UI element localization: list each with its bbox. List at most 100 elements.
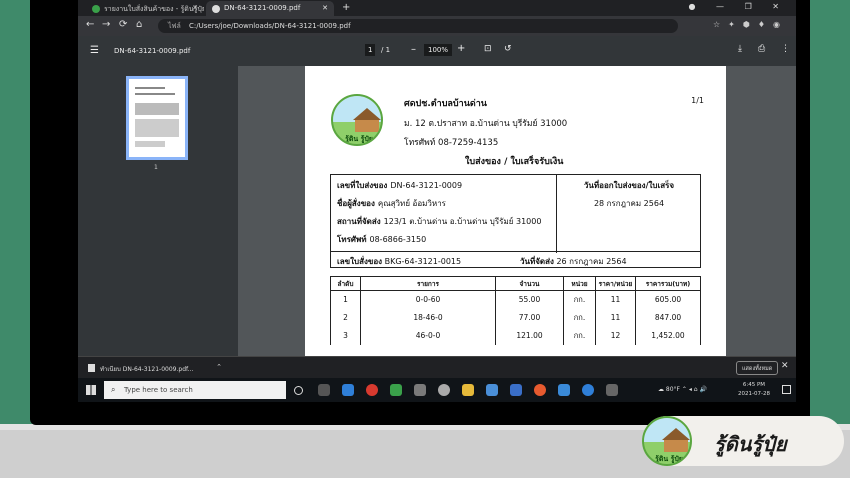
org-name: ศดปช.ตำบลบ้านด่าน	[404, 99, 487, 109]
monitor: รายงานใบสั่งสินค้าของ - รู้ดินรู้ปุ๋ย ✕ …	[30, 0, 810, 425]
site-icon	[92, 5, 100, 13]
zoom-in-button[interactable]: +	[457, 43, 465, 54]
cortana-icon[interactable]	[294, 386, 303, 395]
tel-row: โทรศัพท์ 08-6866-3150	[337, 235, 427, 244]
notification-icon[interactable]	[782, 385, 791, 394]
col-header: จำนวน	[495, 276, 564, 291]
calculator-icon[interactable]	[606, 384, 618, 396]
brand-logo: รู้ดิน รู้ปุ๋ย	[642, 416, 692, 466]
rotate-icon[interactable]: ↺	[504, 44, 512, 54]
page-total: / 1	[381, 46, 391, 54]
clock-time: 6:45 PM	[742, 382, 766, 388]
tab-label: DN-64-3121-0009.pdf	[224, 4, 301, 12]
col-header: ลำดับ	[330, 276, 361, 291]
window-controls[interactable]: ● — ❐ ✕	[689, 2, 788, 11]
new-tab-button[interactable]: +	[342, 2, 350, 13]
download-icon[interactable]: ⤓	[738, 44, 742, 54]
thumbnail-number: 1	[154, 164, 158, 171]
opera-icon[interactable]	[366, 384, 378, 396]
search-icon: ⌕	[111, 385, 116, 394]
show-all-button[interactable]: แสดงทั้งหมด	[736, 361, 779, 375]
zoom-input[interactable]: 100%	[424, 44, 453, 56]
issue-date: 28 กรกฎาคม 2564	[593, 199, 665, 208]
page-thumbnail[interactable]	[126, 76, 188, 160]
pdf-page: รู้ดิน รู้ปุ๋ย ศดปช.ตำบลบ้านด่าน ม. 12 ต…	[305, 66, 726, 356]
menu-icon[interactable]: ☰	[90, 45, 99, 56]
table-row: 2 18-46-0 77.00 กก. 11 847.00	[330, 308, 701, 327]
zoom-out-button[interactable]: –	[411, 44, 416, 55]
browser-icon[interactable]	[582, 384, 594, 396]
close-icon[interactable]: ✕	[781, 361, 789, 371]
logo-text: รู้ดิน รู้ปุ๋ย	[345, 135, 373, 143]
col-header: ราคารวม(บาท)	[635, 276, 701, 291]
more-icon[interactable]: ⋮	[781, 44, 790, 54]
address-bar: ← → ⟳ ⌂ ไฟล์ C:/Users/joe/Downloads/DN-6…	[78, 16, 796, 36]
close-icon[interactable]: ✕	[192, 4, 198, 12]
screen: รายงานใบสั่งสินค้าของ - รู้ดินรู้ปุ๋ย ✕ …	[78, 0, 796, 402]
pdf-viewer[interactable]: รู้ดิน รู้ปุ๋ย ศดปช.ตำบลบ้านด่าน ม. 12 ต…	[238, 66, 796, 356]
print-icon[interactable]: ⎙	[758, 44, 765, 54]
taskbar: ⌕ Type here to search ☁ 80°F ⌃ ◂ ⌂ 🔊 6:4…	[78, 378, 796, 402]
download-bar: ทำเนียบ DN-64-3121-0009.pdf... ⌃ แสดงทั้…	[78, 356, 796, 378]
task-view-icon[interactable]	[318, 384, 330, 396]
back-button[interactable]: ←	[86, 19, 94, 30]
edge-icon[interactable]	[342, 384, 354, 396]
page-number-input[interactable]: 1	[365, 44, 376, 56]
buyer-row: ชื่อผู้สั่งของ คุณสุวิทย์ อ้อมวิหาร	[337, 199, 446, 208]
file-indicator: ไฟล์	[168, 22, 181, 30]
tab-pdf[interactable]: DN-64-3121-0009.pdf ✕	[206, 1, 334, 16]
thumbnail-sidebar: 1	[78, 66, 238, 356]
mail-icon[interactable]	[510, 384, 522, 396]
place-row: สถานที่จัดส่ง 123/1 ต.บ้านด่าน อ.บ้านด่าน…	[337, 217, 542, 226]
extension-icons[interactable]: ☆✦⬢♦◉	[713, 20, 788, 29]
org-phone: โทรศัพท์ 08-7259-4135	[404, 138, 499, 148]
tab-report[interactable]: รายงานใบสั่งสินค้าของ - รู้ดินรู้ปุ๋ย ✕	[86, 1, 204, 16]
page-indicator: 1/1	[691, 96, 704, 105]
download-item[interactable]: ทำเนียบ DN-64-3121-0009.pdf... ⌃	[86, 361, 224, 375]
info-box: เลขที่ใบส่งของ DN-64-3121-0009 ชื่อผู้สั่…	[330, 174, 701, 253]
reload-button[interactable]: ⟳	[119, 19, 127, 30]
col-header: ราคา/หน่วย	[595, 276, 636, 291]
pdf-toolbar: ☰ DN-64-3121-0009.pdf 1 / 1 – 100% + ⊡ ↺…	[78, 36, 796, 66]
globe-icon	[212, 5, 220, 13]
windows-start-icon[interactable]	[86, 385, 96, 395]
close-icon[interactable]: ✕	[322, 4, 328, 12]
store-icon[interactable]	[486, 384, 498, 396]
vscode-icon[interactable]	[558, 384, 570, 396]
tab-strip: รายงานใบสั่งสินค้าของ - รู้ดินรู้ปุ๋ย ✕ …	[78, 0, 796, 16]
firefox-icon[interactable]	[534, 384, 546, 396]
issue-date-label: วันที่ออกใบส่งของ/ใบเสร็จ	[583, 181, 675, 190]
items-table: ลำดับ รายการ จำนวน หน่วย ราคา/หน่วย ราคา…	[330, 276, 701, 345]
weather: 80°F	[665, 386, 681, 393]
order-row: เลขใบสั่งของ BKG-64-3121-0015 วันที่จัดส…	[330, 252, 701, 268]
col-header: รายการ	[360, 276, 496, 291]
forward-button[interactable]: →	[102, 19, 110, 30]
search-placeholder: Type here to search	[124, 386, 193, 394]
brand-badge: รู้ดิน รู้ปุ๋ย รู้ดินรู้ปุ๋ย	[642, 416, 844, 466]
clock-date: 2021-07-28	[738, 391, 770, 397]
tab-label: รายงานใบสั่งสินค้าของ - รู้ดินรู้ปุ๋ย	[104, 5, 204, 13]
app-icon[interactable]	[414, 384, 426, 396]
clock[interactable]: 6:45 PM 2021-07-28	[738, 381, 770, 399]
table-row: 3 46-0-0 121.00 กก. 12 1,452.00	[330, 326, 701, 345]
chevron-up-icon[interactable]: ⌃	[216, 363, 222, 371]
org-logo: รู้ดิน รู้ปุ๋ย	[331, 94, 383, 146]
url-text: C:/Users/joe/Downloads/DN-64-3121-0009.p…	[189, 22, 351, 30]
fit-page-icon[interactable]: ⊡	[484, 44, 492, 54]
system-tray[interactable]: ☁ 80°F ⌃ ◂ ⌂ 🔊	[658, 386, 707, 393]
brand-logo-text: รู้ดิน รู้ปุ๋ย	[655, 455, 683, 463]
org-address: ม. 12 ต.ปราสาท อ.บ้านด่าน บุรีรัมย์ 3100…	[404, 119, 568, 129]
pdf-filename: DN-64-3121-0009.pdf	[114, 47, 191, 55]
folder-icon[interactable]	[462, 384, 474, 396]
weather-icon: ☁	[658, 386, 664, 393]
taskbar-search[interactable]: ⌕ Type here to search	[104, 381, 286, 399]
chrome-icon[interactable]	[438, 384, 450, 396]
line-icon[interactable]	[390, 384, 402, 396]
table-row: 1 0-0-60 55.00 กก. 11 605.00	[330, 290, 701, 309]
home-button[interactable]: ⌂	[136, 19, 142, 30]
download-name: ทำเนียบ DN-64-3121-0009.pdf...	[100, 366, 194, 373]
brand-name: รู้ดินรู้ปุ๋ย	[714, 432, 787, 456]
file-icon	[88, 364, 95, 372]
document-title: ใบส่งของ / ใบเสร็จรับเงิน	[465, 157, 564, 167]
url-input[interactable]: ไฟล์ C:/Users/joe/Downloads/DN-64-3121-0…	[158, 19, 678, 33]
